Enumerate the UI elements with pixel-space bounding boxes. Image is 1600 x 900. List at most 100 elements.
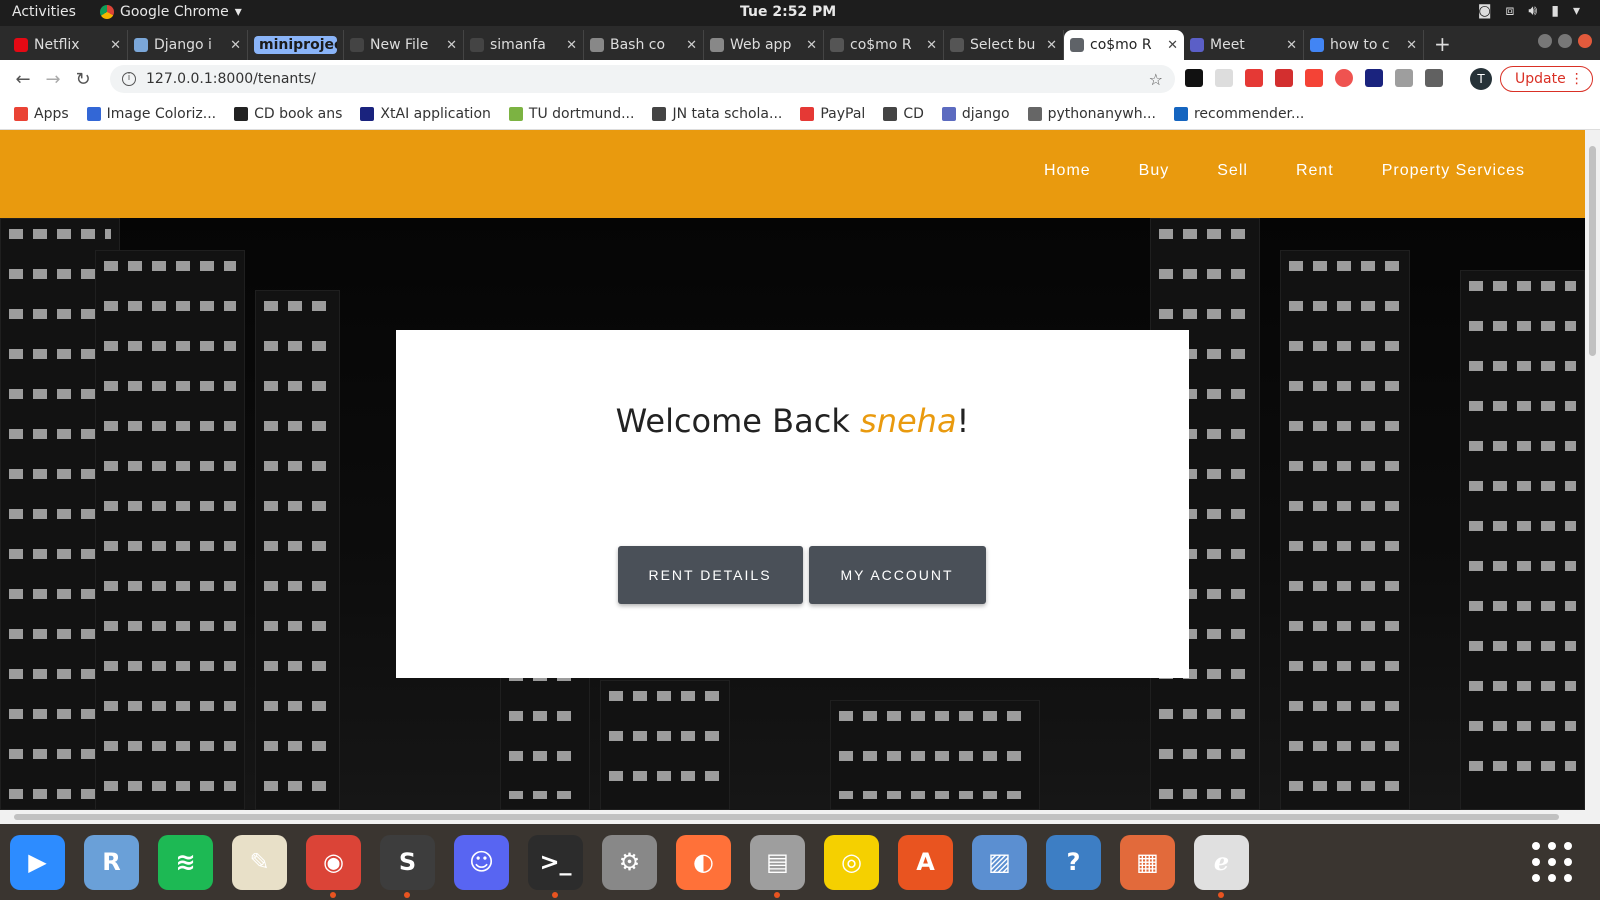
network-icon[interactable]: ⧈ (1506, 3, 1515, 19)
spotify-icon[interactable]: ≋ (158, 834, 213, 890)
close-tab-icon[interactable]: ✕ (1406, 38, 1417, 53)
settings-icon[interactable]: ⚙ (602, 834, 657, 890)
clock[interactable]: Tue 2:52 PM (740, 4, 836, 20)
tab-label: how to c (1330, 37, 1390, 53)
browser-tab[interactable]: Meet ✕ (1184, 30, 1304, 60)
browser-tab[interactable]: New File ✕ (344, 30, 464, 60)
image-viewer-icon[interactable]: ▨ (972, 834, 1027, 890)
sublime-icon[interactable]: S (380, 834, 435, 898)
bookmark-item[interactable]: django (941, 106, 1010, 122)
app-menu[interactable]: Google Chrome ▾ (100, 4, 242, 20)
discord-icon[interactable]: ☺ (454, 834, 509, 890)
puzzle-icon[interactable] (1425, 69, 1443, 87)
presentation-icon[interactable]: ▦ (1120, 834, 1175, 890)
address-bar[interactable]: i 127.0.0.1:8000/tenants/ ☆ (110, 65, 1175, 93)
nav-property-services[interactable]: Property Services (1382, 162, 1525, 180)
software-icon[interactable]: A (898, 834, 953, 890)
camera-icon[interactable] (1395, 69, 1413, 87)
bookmark-favicon-icon (652, 106, 667, 121)
browser-tab[interactable]: Select bu ✕ (944, 30, 1064, 60)
extension-red-icon[interactable] (1245, 69, 1263, 87)
firefox-icon[interactable]: ◐ (676, 834, 731, 890)
extension-red2-icon[interactable] (1275, 69, 1293, 87)
activities-button[interactable]: Activities (12, 4, 76, 20)
bookmark-item[interactable]: recommender... (1173, 106, 1304, 122)
bookmark-item[interactable]: PayPal (800, 106, 865, 122)
browser-tab[interactable]: Bash co ✕ (584, 30, 704, 60)
extension-record-icon[interactable] (1335, 69, 1353, 87)
new-tab-icon[interactable]: + (1424, 32, 1461, 60)
extension-pv-icon[interactable] (1215, 69, 1233, 87)
extension-pp-icon[interactable] (1185, 69, 1203, 87)
bookmark-item[interactable]: CD (883, 106, 924, 122)
minimize-icon[interactable] (1538, 34, 1552, 48)
horizontal-scrollbar[interactable] (0, 810, 1600, 824)
profile-avatar[interactable]: T (1470, 68, 1492, 90)
close-tab-icon[interactable]: ✕ (110, 38, 121, 53)
tab-group-label[interactable]: miniproject (248, 30, 344, 60)
browser-tab[interactable]: Web app ✕ (704, 30, 824, 60)
browser-tab[interactable]: co$mo R ✕ (824, 30, 944, 60)
close-tab-icon[interactable]: ✕ (926, 38, 937, 53)
rhythmbox-icon[interactable]: ◎ (824, 834, 879, 890)
site-info-icon[interactable]: i (122, 72, 136, 86)
zoom-icon[interactable]: ▶ (10, 834, 65, 890)
text-editor-icon[interactable]: ✎ (232, 834, 287, 890)
browser-tab[interactable]: how to c ✕ (1304, 30, 1424, 60)
bookmark-item[interactable]: TU dortmund... (508, 106, 634, 122)
volume-icon[interactable]: 🔊︎ (1528, 3, 1537, 19)
browser-tab[interactable]: Django i ✕ (128, 30, 248, 60)
browser-tab[interactable]: co$mo R ✕ (1064, 30, 1184, 60)
help-icon[interactable]: ? (1046, 834, 1101, 890)
maximize-icon[interactable] (1558, 34, 1572, 48)
close-tab-icon[interactable]: ✕ (1046, 38, 1057, 53)
terminal-icon[interactable]: >_ (528, 834, 583, 898)
bookmark-item[interactable]: CD book ans (234, 106, 342, 122)
my-account-button[interactable]: MY ACCOUNT (808, 546, 986, 604)
extension-hp-icon[interactable] (1365, 69, 1383, 87)
close-tab-icon[interactable]: ✕ (230, 38, 241, 53)
close-tab-icon[interactable]: ✕ (806, 38, 817, 53)
update-button[interactable]: Update ⋮ (1500, 66, 1593, 92)
close-tab-icon[interactable]: ✕ (1286, 38, 1297, 53)
back-icon[interactable]: ← (8, 69, 38, 90)
show-apps-icon[interactable] (1532, 842, 1572, 882)
close-tab-icon[interactable]: ✕ (446, 38, 457, 53)
vertical-scrollbar[interactable] (1585, 130, 1600, 810)
nav-rent[interactable]: Rent (1296, 162, 1334, 180)
site-navbar: Home Buy Sell Rent Property Services (0, 130, 1585, 218)
building (500, 660, 590, 810)
browser-tab[interactable]: simanfa ✕ (464, 30, 584, 60)
reload-icon[interactable]: ↻ (68, 69, 98, 90)
chevron-down-icon[interactable]: ▾ (1573, 3, 1580, 19)
files-icon[interactable]: ▤ (750, 834, 805, 898)
bookmark-item[interactable]: XtAI application (360, 106, 491, 122)
nav-home[interactable]: Home (1044, 162, 1091, 180)
close-tab-icon[interactable]: ✕ (1167, 38, 1178, 53)
scroll-thumb[interactable] (1589, 146, 1596, 356)
pdf-icon[interactable]: ℯ (1194, 834, 1249, 898)
nav-sell[interactable]: Sell (1217, 162, 1248, 180)
menu-icon[interactable]: ⋮ (1570, 67, 1584, 91)
scroll-thumb[interactable] (14, 814, 1559, 820)
extension-tp-icon[interactable] (1305, 69, 1323, 87)
close-tab-icon[interactable]: ✕ (566, 38, 577, 53)
r-icon[interactable]: R (84, 834, 139, 890)
discord-tray-icon[interactable]: ◙ (1478, 3, 1492, 19)
forward-icon[interactable]: → (38, 69, 68, 90)
close-window-icon[interactable] (1578, 34, 1592, 48)
rent-details-button[interactable]: RENT DETAILS (617, 546, 803, 604)
battery-icon[interactable]: ▮ (1551, 3, 1559, 19)
close-tab-icon[interactable]: ✕ (686, 38, 697, 53)
bookmark-item[interactable]: pythonanywh... (1027, 106, 1156, 122)
chrome-icon[interactable]: ◉ (306, 834, 361, 898)
browser-tab[interactable]: Netflix ✕ (8, 30, 128, 60)
bookmark-item[interactable]: Image Coloriz... (86, 106, 216, 122)
bookmark-item[interactable]: JN tata schola... (652, 106, 782, 122)
url-text[interactable]: 127.0.0.1:8000/tenants/ (146, 71, 316, 87)
system-tray[interactable]: ◙ ⧈ 🔊︎ ▮ ▾ (1478, 3, 1580, 19)
bookmark-item[interactable]: Apps (14, 106, 69, 122)
nav-buy[interactable]: Buy (1139, 162, 1170, 180)
bookmark-favicon-icon (508, 106, 523, 121)
bookmark-star-icon[interactable]: ☆ (1149, 70, 1163, 89)
